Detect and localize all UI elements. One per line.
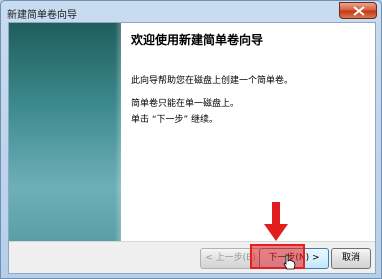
description-text: 此向导帮助您在磁盘上创建一个简单卷。 bbox=[131, 76, 294, 86]
page-heading: 欢迎使用新建简单卷向导 bbox=[131, 33, 264, 47]
close-button[interactable] bbox=[339, 2, 377, 19]
wizard-content-panel: 欢迎使用新建简单卷向导 此向导帮助您在磁盘上创建一个简单卷。 简单卷只能在单一磁… bbox=[121, 23, 375, 241]
info-text: 简单卷只能在单一磁盘上。 bbox=[131, 99, 240, 109]
footer-divider bbox=[9, 241, 375, 242]
wizard-client-area: 欢迎使用新建简单卷向导 此向导帮助您在磁盘上创建一个简单卷。 简单卷只能在单一磁… bbox=[8, 22, 376, 274]
down-arrow-icon bbox=[264, 202, 288, 241]
close-icon bbox=[353, 6, 365, 16]
next-button-highlight bbox=[250, 244, 305, 269]
wizard-banner-image bbox=[9, 23, 121, 241]
window-title: 新建简单卷向导 bbox=[7, 10, 77, 21]
title-bar[interactable]: 新建简单卷向导 bbox=[1, 1, 381, 23]
cancel-button[interactable]: 取消 bbox=[331, 248, 371, 269]
hand-cursor-icon bbox=[283, 254, 296, 270]
wizard-window: 新建简单卷向导 欢迎使用新建简单卷向导 此向导帮助您在磁盘上创建一个简单卷。 简… bbox=[0, 0, 382, 279]
instruction-text: 单击 “下一步” 继续。 bbox=[131, 115, 219, 125]
